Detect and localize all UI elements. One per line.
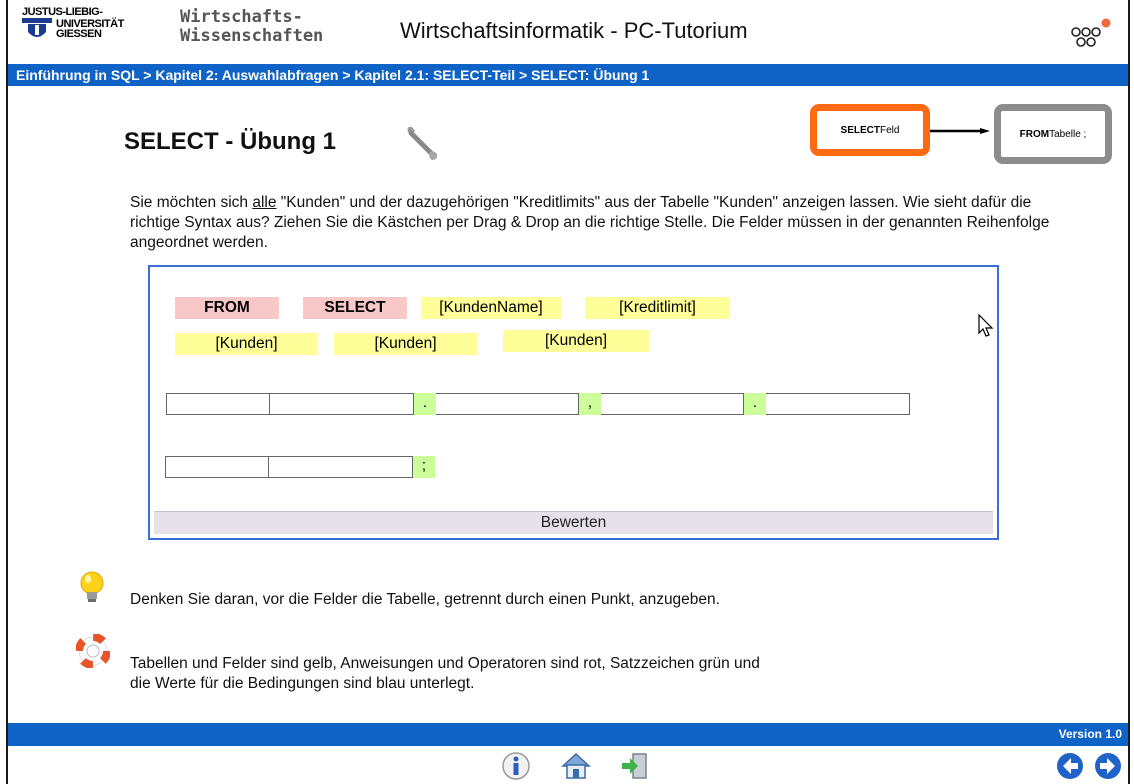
- drop-slot[interactable]: [601, 393, 744, 415]
- uni-name-line1: JUSTUS-LIEBIG-: [22, 6, 103, 18]
- back-arrow-icon[interactable]: [1054, 750, 1086, 782]
- drop-slot[interactable]: [270, 393, 414, 415]
- help-line1: Tabellen und Felder sind gelb, Anweisung…: [130, 655, 760, 672]
- wrench-icon: [407, 126, 438, 160]
- flow-select-keyword: SELECT: [840, 124, 880, 136]
- drop-slot[interactable]: [269, 456, 413, 478]
- flow-from-box: FROM Tabelle ;: [994, 104, 1112, 164]
- info-icon[interactable]: [500, 750, 532, 782]
- app-title: Wirtschaftsinformatik - PC-Tutorium: [400, 18, 748, 43]
- separator-dot: .: [744, 393, 766, 415]
- mouse-cursor-icon: [978, 314, 994, 337]
- drag-tile-kunden[interactable]: [Kunden]: [503, 330, 649, 352]
- flow-select-box: SELECT Feld: [810, 104, 930, 156]
- help-text: Tabellen und Felder sind gelb, Anweisung…: [130, 654, 890, 694]
- university-logo: JUSTUS-LIEBIG- UNIVERSITÄT GIESSEN: [22, 6, 150, 46]
- home-icon[interactable]: [560, 750, 592, 782]
- drag-tile-kundenname[interactable]: [KundenName]: [421, 297, 561, 319]
- version-label: Version 1.0: [1058, 727, 1122, 741]
- shield-icon: [22, 18, 52, 37]
- flow-from-rest: Tabelle ;: [1049, 128, 1087, 140]
- drag-tile-from[interactable]: FROM: [175, 297, 279, 319]
- drop-slot[interactable]: [165, 456, 269, 478]
- separator-dot: .: [414, 393, 436, 415]
- lightbulb-icon: [80, 571, 104, 602]
- drag-tile-select[interactable]: SELECT: [303, 297, 407, 319]
- arrow-right-icon: [930, 128, 990, 134]
- exit-icon[interactable]: [618, 750, 650, 782]
- drag-tile-kunden[interactable]: [Kunden]: [175, 333, 318, 355]
- instructions-text: Sie möchten sich alle "Kunden" und der d…: [130, 193, 1050, 253]
- page-title: SELECT - Übung 1: [124, 128, 336, 155]
- header: JUSTUS-LIEBIG- UNIVERSITÄT GIESSEN Wirts…: [8, 0, 1128, 62]
- help-line2: die Werte für die Bedingungen sind blau …: [130, 675, 475, 692]
- exercise-panel: FROM SELECT [KundenName] [Kreditlimit] […: [148, 265, 999, 540]
- lifebuoy-icon: [76, 634, 110, 668]
- separator-semicolon: ;: [413, 456, 435, 478]
- drag-tile-kunden[interactable]: [Kunden]: [334, 333, 477, 355]
- faculty-name: Wirtschafts- Wissenschaften: [180, 8, 323, 46]
- drop-slot[interactable]: [166, 393, 270, 415]
- flow-select-rest: Feld: [880, 124, 900, 136]
- drop-slot[interactable]: [436, 393, 579, 415]
- faculty-line1: Wirtschafts-: [180, 7, 303, 27]
- breadcrumb[interactable]: Einführung in SQL > Kapitel 2: Auswahlab…: [8, 64, 1128, 86]
- footer-bar: Version 1.0: [8, 723, 1128, 746]
- forward-arrow-icon[interactable]: [1092, 750, 1124, 782]
- flow-from-keyword: FROM: [1019, 128, 1050, 140]
- separator-comma: ,: [579, 393, 601, 415]
- hint-text: Denken Sie daran, vor die Felder die Tab…: [130, 591, 720, 608]
- instructions-underlined: alle: [252, 194, 277, 211]
- circles-logo-icon: [1071, 18, 1111, 47]
- evaluate-button[interactable]: Bewerten: [154, 511, 993, 534]
- faculty-line2: Wissenschaften: [180, 26, 324, 46]
- drag-tile-kreditlimit[interactable]: [Kreditlimit]: [585, 297, 730, 319]
- uni-name-line3: GIESSEN: [56, 28, 102, 40]
- drop-slot[interactable]: [766, 393, 910, 415]
- instructions-pre: Sie möchten sich: [130, 194, 253, 211]
- footer-toolbar: [0, 746, 1134, 784]
